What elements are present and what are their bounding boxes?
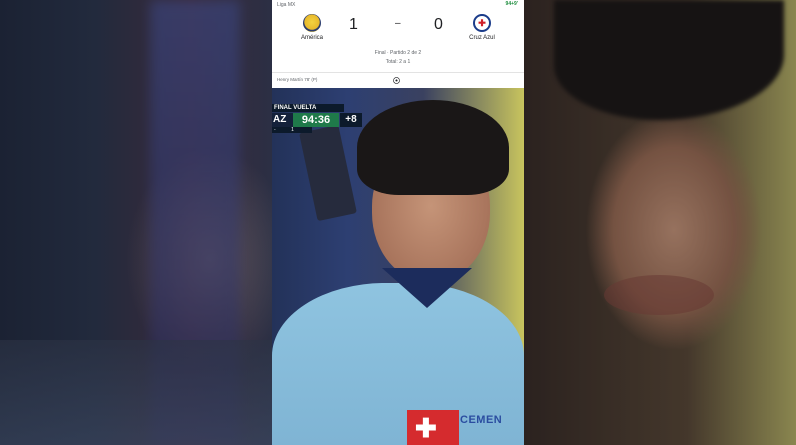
soccer-ball-icon [393, 77, 400, 84]
added-time: +8 [340, 113, 362, 127]
match-clock: 94:36 [293, 113, 339, 127]
away-team-name: Cruz Azul [469, 35, 495, 41]
goal-scorer: Henry Martín 78' (P) [277, 77, 318, 82]
scorebug-subline: - 1 [272, 127, 312, 133]
team-abbreviation: AZ [272, 113, 293, 127]
sponsor-cross-icon: ✚ [415, 413, 437, 443]
cruz-azul-crest-icon: ✚ [473, 14, 491, 32]
divider [272, 72, 524, 73]
fan-hair [357, 100, 509, 195]
away-team[interactable]: ✚ Cruz Azul [452, 14, 512, 41]
match-stage-label: FINAL VUELTA [272, 104, 344, 112]
match-time-badge: 94+9' [505, 1, 518, 7]
blurred-background-left [0, 0, 272, 445]
background-overlay [524, 0, 796, 445]
away-score: 0 [434, 16, 443, 33]
home-team[interactable]: América [282, 14, 342, 41]
aggregate-score: Total: 2 a 1 [385, 59, 411, 65]
scorebug-sub-left: - [274, 127, 276, 133]
league-label: Liga MX [277, 2, 296, 8]
home-score: 1 [349, 16, 358, 33]
score-separator: – [395, 18, 401, 29]
video-frame[interactable]: Liga MX 94+9' América 1 – 0 ✚ Cruz Azul … [272, 0, 524, 445]
america-crest-icon [303, 14, 321, 32]
phone-in-background [299, 124, 357, 222]
match-status: Final · Partido 2 de 2 [374, 50, 422, 56]
background-shape [0, 340, 272, 445]
match-scorecard[interactable]: Liga MX 94+9' América 1 – 0 ✚ Cruz Azul … [272, 0, 524, 88]
blurred-background-right [524, 0, 796, 445]
video-player[interactable]: ✚ CEMEN [272, 88, 524, 445]
sponsor-text: CEMEN [460, 414, 503, 426]
scorebug-sub-right: 1 [291, 127, 294, 133]
home-team-name: América [300, 35, 323, 41]
